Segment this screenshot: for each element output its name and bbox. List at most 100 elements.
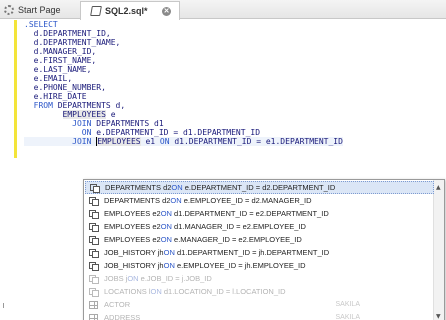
item-condition: e.EMPLOYEE_ID = d2.MANAGER_ID [181, 196, 312, 205]
autocomplete-item[interactable]: EMPLOYEES e2 ON e.MANAGER_ID = e2.EMPLOY… [85, 233, 434, 246]
join-icon [90, 183, 100, 193]
item-condition: d1.MANAGER_ID = e2.EMPLOYEE_ID [171, 222, 306, 231]
join-icon [89, 209, 99, 219]
item-object: JOBS j [104, 274, 128, 283]
code-line[interactable]: e.LAST_NAME, [24, 65, 343, 74]
tab-sql2[interactable]: SQL2.sql* ✕ [80, 1, 180, 20]
tab-label: SQL2.sql* [105, 6, 148, 16]
code-line[interactable]: e.EMAIL, [24, 74, 343, 83]
code-line[interactable]: EMPLOYEES e [24, 110, 343, 119]
tab-bar: Start Page SQL2.sql* ✕ [0, 0, 446, 20]
item-condition: e.MANAGER_ID = e2.EMPLOYEE_ID [171, 235, 302, 244]
join-icon [89, 287, 99, 297]
code-token: d.DEPARTMENT_ID, [24, 29, 111, 38]
sql-editor[interactable]: .SELECT d.DEPARTMENT_ID, d.DEPARTMENT_NA… [0, 19, 446, 320]
code-token: DEPARTMENTS d, [52, 101, 126, 110]
code-token: e.PHONE_NUMBER, [24, 83, 106, 92]
item-condition: d1.DEPARTMENT_ID = e2.DEPARTMENT_ID [171, 209, 329, 218]
editor-corner-mark [3, 303, 8, 308]
gear-icon [4, 5, 14, 15]
code-token: d.MANAGER_ID, [24, 47, 97, 56]
code-token: e.LAST_NAME, [24, 65, 92, 74]
code-token: EMPLOYEES [97, 137, 141, 146]
code-token: e.EMAIL, [24, 74, 73, 83]
item-keyword: ON [171, 183, 183, 192]
tab-label: Start Page [18, 5, 61, 15]
join-icon [89, 274, 99, 284]
join-icon [89, 261, 99, 271]
code-line[interactable]: e.PHONE_NUMBER, [24, 83, 343, 92]
autocomplete-popup: ▲ ▼ DEPARTMENTS d2 ON e.DEPARTMENT_ID = … [83, 179, 445, 320]
code-line[interactable]: e.HIRE_DATE [24, 92, 343, 101]
sql-keyword: JOIN [72, 119, 92, 128]
item-keyword: ON [170, 196, 182, 205]
item-object: JOB_HISTORY jh [104, 261, 164, 270]
code-area[interactable]: .SELECT d.DEPARTMENT_ID, d.DEPARTMENT_NA… [24, 20, 343, 146]
table-icon [89, 313, 98, 320]
code-token: EMPLOYEES [62, 110, 106, 119]
change-marker-bar [14, 20, 17, 158]
item-keyword: ON [160, 235, 172, 244]
item-object: JOB_HISTORY jh [104, 248, 164, 257]
item-keyword: ON [160, 222, 172, 231]
code-token: e1 [140, 137, 160, 146]
autocomplete-item[interactable]: ACTOR SAKILA [85, 298, 434, 311]
code-token: d1.DEPARTMENT_ID = e1.DEPARTMENT_ID [169, 137, 343, 146]
item-keyword: ON [163, 261, 175, 270]
autocomplete-item[interactable]: DEPARTMENTS d2 ON e.EMPLOYEE_ID = d2.MAN… [85, 194, 434, 207]
autocomplete-item[interactable]: JOB_HISTORY jh ON d1.DEPARTMENT_ID = jh.… [85, 246, 434, 259]
item-keyword: ON [160, 209, 172, 218]
code-token: e [105, 110, 116, 119]
tab-start-page[interactable]: Start Page [2, 1, 78, 19]
sql-keyword: JOIN [72, 137, 92, 146]
item-schema: SAKILA [335, 314, 360, 320]
item-condition: e.DEPARTMENT_ID = d2.DEPARTMENT_ID [182, 183, 336, 192]
item-object: ADDRESS [104, 313, 141, 320]
code-line[interactable]: d.DEPARTMENT_NAME, [24, 38, 343, 47]
sql-file-icon [90, 6, 102, 16]
sql-keyword: ON [159, 137, 170, 146]
sql-keyword: ON [81, 128, 92, 137]
autocomplete-item[interactable]: EMPLOYEES e2 ON d1.DEPARTMENT_ID = e2.DE… [85, 207, 434, 220]
autocomplete-item[interactable]: DEPARTMENTS d2 ON e.DEPARTMENT_ID = d2.D… [85, 181, 434, 194]
code-line[interactable]: d.DEPARTMENT_ID, [24, 29, 343, 38]
item-condition: d1.DEPARTMENT_ID = jh.DEPARTMENT_ID [174, 248, 330, 257]
item-object: EMPLOYEES e2 [104, 209, 161, 218]
join-icon [89, 248, 99, 258]
scroll-up-icon[interactable]: ▲ [436, 184, 441, 191]
scroll-down-icon[interactable]: ▼ [436, 313, 441, 320]
code-token: d.DEPARTMENT_NAME, [24, 38, 121, 47]
code-line[interactable]: JOIN DEPARTMENTS d1 [24, 119, 343, 128]
code-line[interactable]: .SELECT [24, 20, 343, 29]
item-condition: e.JOB_ID = j.JOB_ID [138, 274, 212, 283]
autocomplete-item[interactable]: ADDRESS SAKILA [85, 311, 434, 320]
sql-keyword: .SELECT [24, 20, 58, 29]
item-keyword: ON [127, 274, 139, 283]
item-keyword: ON [163, 248, 175, 257]
item-object: ACTOR [104, 300, 131, 309]
item-object: DEPARTMENTS d2 [105, 183, 172, 192]
autocomplete-item[interactable]: JOB_HISTORY jh ON e.EMPLOYEE_ID = jh.EMP… [85, 259, 434, 272]
code-token: e.DEPARTMENT_ID = d1.DEPARTMENT_ID [91, 128, 261, 137]
popup-scrollbar[interactable]: ▲ ▼ [433, 180, 444, 320]
item-object: EMPLOYEES e2 [104, 235, 161, 244]
code-line[interactable]: FROM DEPARTMENTS d, [24, 101, 343, 110]
close-icon[interactable]: ✕ [162, 6, 171, 16]
code-line[interactable]: ON e.DEPARTMENT_ID = d1.DEPARTMENT_ID [24, 128, 343, 137]
autocomplete-item[interactable]: JOBS j ON e.JOB_ID = j.JOB_ID [85, 272, 434, 285]
autocomplete-item[interactable]: EMPLOYEES e2 ON d1.MANAGER_ID = e2.EMPLO… [85, 220, 434, 233]
code-line[interactable]: e.FIRST_NAME, [24, 56, 343, 65]
code-line[interactable]: JOIN EMPLOYEES e1 ON d1.DEPARTMENT_ID = … [24, 137, 343, 146]
code-token: e.HIRE_DATE [24, 92, 87, 101]
item-condition: e.EMPLOYEE_ID = jh.EMPLOYEE_ID [174, 261, 306, 270]
autocomplete-item[interactable]: LOCATIONS l ON d1.LOCATION_ID = l.LOCATI… [85, 285, 434, 298]
item-condition: d1.LOCATION_ID = l.LOCATION_ID [161, 287, 286, 296]
item-object: DEPARTMENTS d2 [104, 196, 171, 205]
item-keyword: ON [150, 287, 162, 296]
code-line[interactable]: d.MANAGER_ID, [24, 47, 343, 56]
